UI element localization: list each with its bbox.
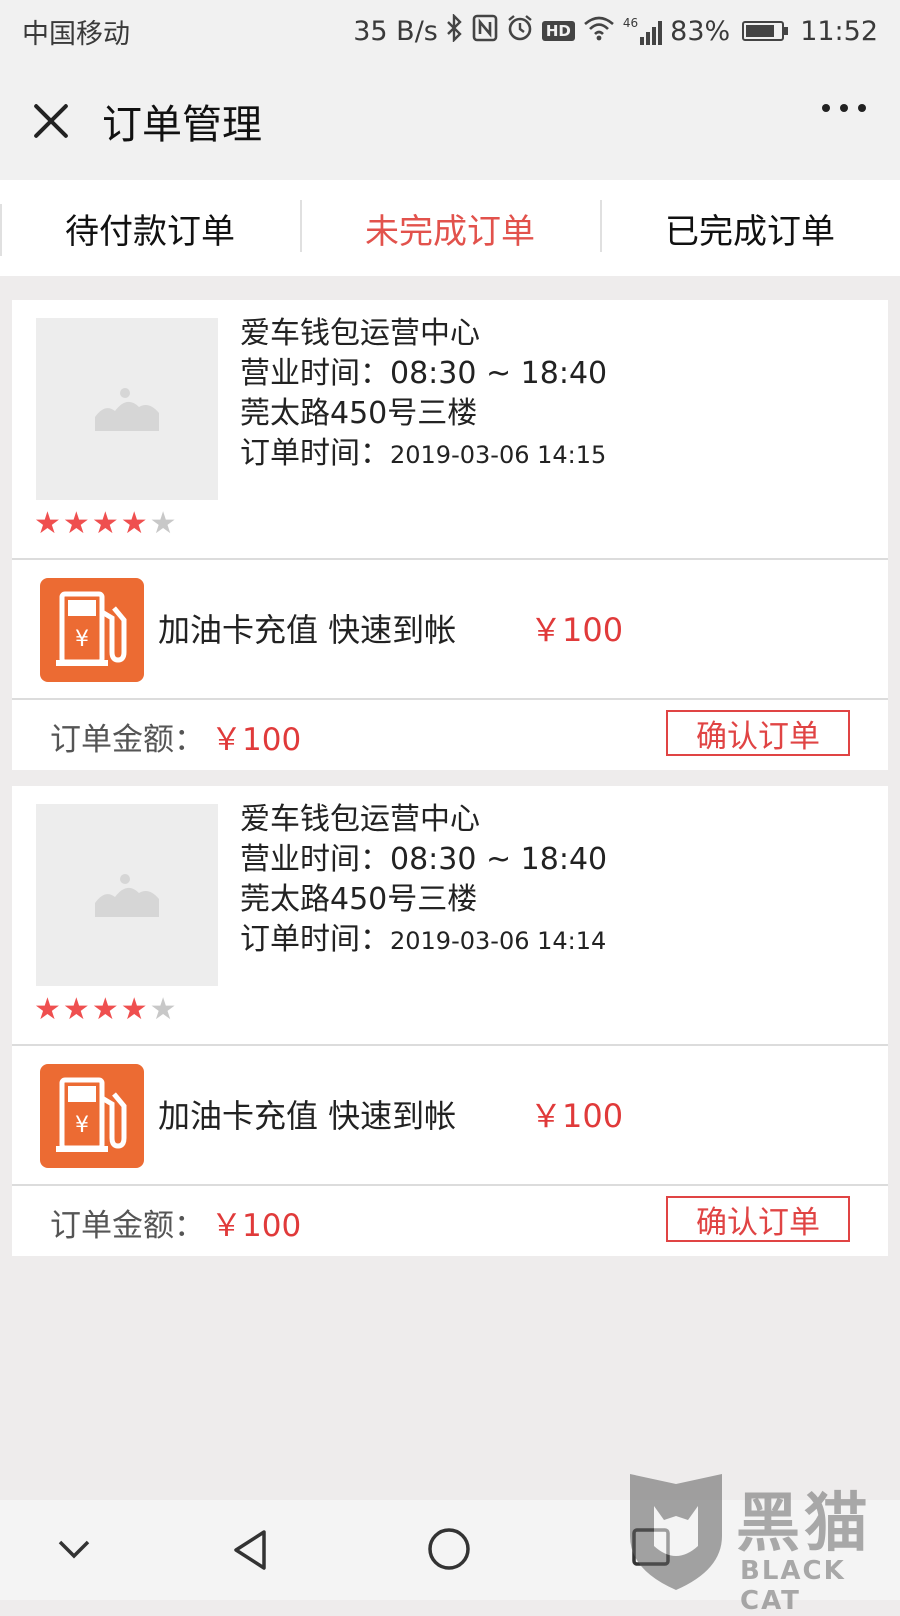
clock-time: 11:52	[800, 15, 878, 47]
shop-name: 爱车钱包运营中心	[240, 802, 480, 837]
svg-text:¥: ¥	[75, 1113, 89, 1138]
order-tabs: 待付款订单 未完成订单 已完成订单	[0, 180, 900, 276]
shop-details: 爱车钱包运营中心 营业时间：08:30 ~ 18:40 莞太路450号三楼 订单…	[240, 800, 607, 961]
battery-icon	[742, 21, 789, 41]
product-row: ¥ 加油卡充值 快速到帐 ￥100	[12, 560, 888, 698]
star-empty-icon: ★	[149, 992, 179, 1027]
app-header: 订单管理	[0, 62, 900, 180]
status-icons: 35 B/s HD 46 83% 11:52	[353, 13, 878, 48]
star-filled-icon: ★	[34, 506, 63, 541]
close-icon[interactable]	[24, 93, 80, 149]
blackcat-watermark: 黑猫 BLACK CAT	[624, 1466, 892, 1616]
shop-image-placeholder-icon	[36, 318, 218, 500]
shop-details: 爱车钱包运营中心 营业时间：08:30 ~ 18:40 莞太路450号三楼 订单…	[240, 314, 607, 475]
product-name: 加油卡充值 快速到帐	[158, 1097, 457, 1135]
cat-shield-logo-icon	[630, 1474, 722, 1590]
shop-info: 爱车钱包运营中心 营业时间：08:30 ~ 18:40 莞太路450号三楼 订单…	[12, 786, 888, 1044]
hd-badge-icon: HD	[541, 21, 575, 41]
shop-name: 爱车钱包运营中心	[240, 316, 480, 351]
star-filled-icon: ★	[62, 992, 92, 1027]
shop-image-placeholder-icon	[36, 804, 218, 986]
fuel-pump-icon: ¥	[40, 578, 144, 682]
star-empty-icon: ★	[149, 506, 179, 541]
rating-stars: ★★★★★	[34, 992, 179, 1027]
rating-stars: ★★★★★	[34, 506, 179, 541]
star-filled-icon: ★	[34, 992, 63, 1027]
network-type: 46	[622, 16, 639, 30]
watermark-subtitle: BLACK CAT	[740, 1556, 846, 1616]
business-hours: 营业时间：08:30 ~ 18:40	[240, 842, 608, 877]
page-title: 订单管理	[102, 102, 262, 148]
product-name: 加油卡充值 快速到帐	[158, 611, 457, 649]
shop-info: 爱车钱包运营中心 营业时间：08:30 ~ 18:40 莞太路450号三楼 订单…	[12, 300, 888, 558]
carrier-name: 中国移动	[22, 18, 130, 50]
more-options-icon[interactable]	[822, 104, 866, 112]
order-amount: 订单金额： ￥100	[50, 1208, 302, 1244]
battery-percent: 83%	[670, 15, 731, 47]
star-filled-icon: ★	[120, 506, 150, 541]
order-amount: 订单金额： ￥100	[50, 722, 302, 758]
tab-completed[interactable]: 已完成订单	[600, 199, 900, 253]
star-filled-icon: ★	[62, 506, 92, 541]
order-card: 爱车钱包运营中心 营业时间：08:30 ~ 18:40 莞太路450号三楼 订单…	[12, 300, 888, 770]
tab-pending-payment[interactable]: 待付款订单	[0, 204, 300, 253]
nfc-icon	[472, 14, 498, 48]
order-card: 爱车钱包运营中心 营业时间：08:30 ~ 18:40 莞太路450号三楼 订单…	[12, 786, 888, 1256]
confirm-order-button[interactable]: 确认订单	[666, 710, 850, 756]
wifi-icon	[583, 15, 615, 47]
business-hours: 营业时间：08:30 ~ 18:40	[240, 356, 608, 391]
signal-icon: 46	[622, 16, 663, 45]
bluetooth-icon	[446, 13, 464, 48]
star-filled-icon: ★	[91, 992, 121, 1027]
shop-address: 莞太路450号三楼	[240, 882, 478, 917]
watermark-title: 黑猫	[736, 1487, 872, 1561]
order-footer: 订单金额： ￥100 确认订单	[12, 1186, 888, 1256]
product-price: ￥100	[530, 1097, 624, 1135]
chevron-down-icon[interactable]	[54, 1534, 94, 1568]
order-time: 订单时间：2019-03-06 14:14	[240, 922, 607, 957]
star-filled-icon: ★	[91, 506, 121, 541]
back-triangle-icon[interactable]	[228, 1526, 272, 1578]
tab-uncompleted[interactable]: 未完成订单	[300, 199, 600, 253]
alarm-icon	[506, 14, 534, 48]
order-time: 订单时间：2019-03-06 14:15	[240, 436, 607, 471]
product-row: ¥ 加油卡充值 快速到帐 ￥100	[12, 1046, 888, 1184]
network-speed: 35 B/s	[353, 15, 438, 47]
product-price: ￥100	[530, 611, 624, 649]
order-list: 爱车钱包运营中心 营业时间：08:30 ~ 18:40 莞太路450号三楼 订单…	[12, 300, 888, 1272]
star-filled-icon: ★	[120, 992, 150, 1027]
svg-text:¥: ¥	[75, 627, 89, 652]
order-footer: 订单金额： ￥100 确认订单	[12, 700, 888, 770]
home-circle-icon[interactable]	[426, 1526, 472, 1576]
status-bar: 中国移动 35 B/s HD 46 83% 11:52	[0, 0, 900, 62]
fuel-pump-icon: ¥	[40, 1064, 144, 1168]
confirm-order-button[interactable]: 确认订单	[666, 1196, 850, 1242]
shop-address: 莞太路450号三楼	[240, 396, 478, 431]
